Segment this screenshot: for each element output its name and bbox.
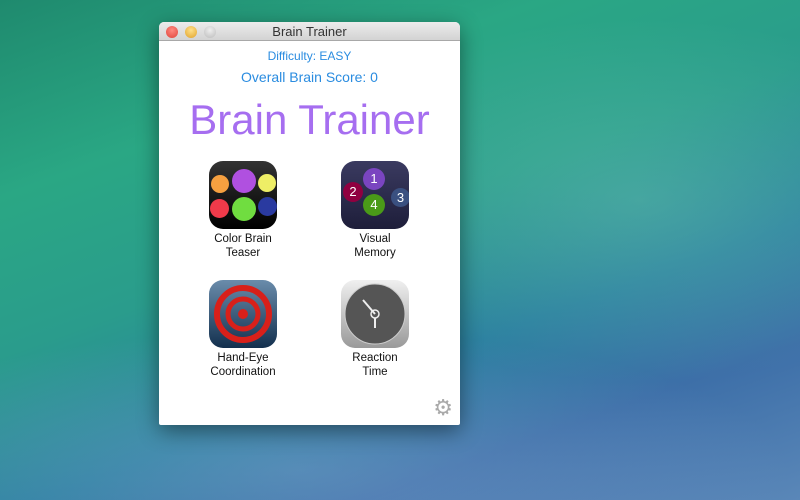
reaction-time-button[interactable]: Reaction Time: [325, 280, 425, 379]
minimize-button[interactable]: [185, 26, 197, 38]
game-label: Color Brain Teaser: [214, 233, 272, 259]
game-label: Hand-Eye Coordination: [210, 352, 276, 378]
clock-icon: [341, 280, 409, 348]
title-bar[interactable]: Brain Trainer: [159, 22, 460, 41]
app-heading: Brain Trainer: [189, 96, 430, 143]
difficulty-label[interactable]: Difficulty: EASY: [159, 49, 460, 63]
hand-eye-coordination-button[interactable]: Hand-Eye Coordination: [193, 280, 293, 379]
game-label: Visual Memory: [354, 233, 396, 259]
visual-memory-button[interactable]: 1 2 3 4 Visual Memory: [325, 161, 425, 260]
close-button[interactable]: [166, 26, 178, 38]
brain-score: Overall Brain Score: 0: [241, 69, 378, 85]
window-title: Brain Trainer: [272, 24, 347, 39]
color-brain-teaser-button[interactable]: Color Brain Teaser: [193, 161, 293, 260]
target-icon: [209, 280, 277, 348]
numbered-circles-icon: 1 2 3 4: [341, 161, 409, 229]
app-window: Brain Trainer Difficulty: EASY Overall B…: [159, 22, 460, 425]
color-circles-icon: [209, 161, 277, 229]
zoom-button[interactable]: [204, 26, 216, 38]
game-label: Reaction Time: [352, 352, 398, 378]
settings-gear-icon[interactable]: ⚙: [433, 397, 453, 419]
